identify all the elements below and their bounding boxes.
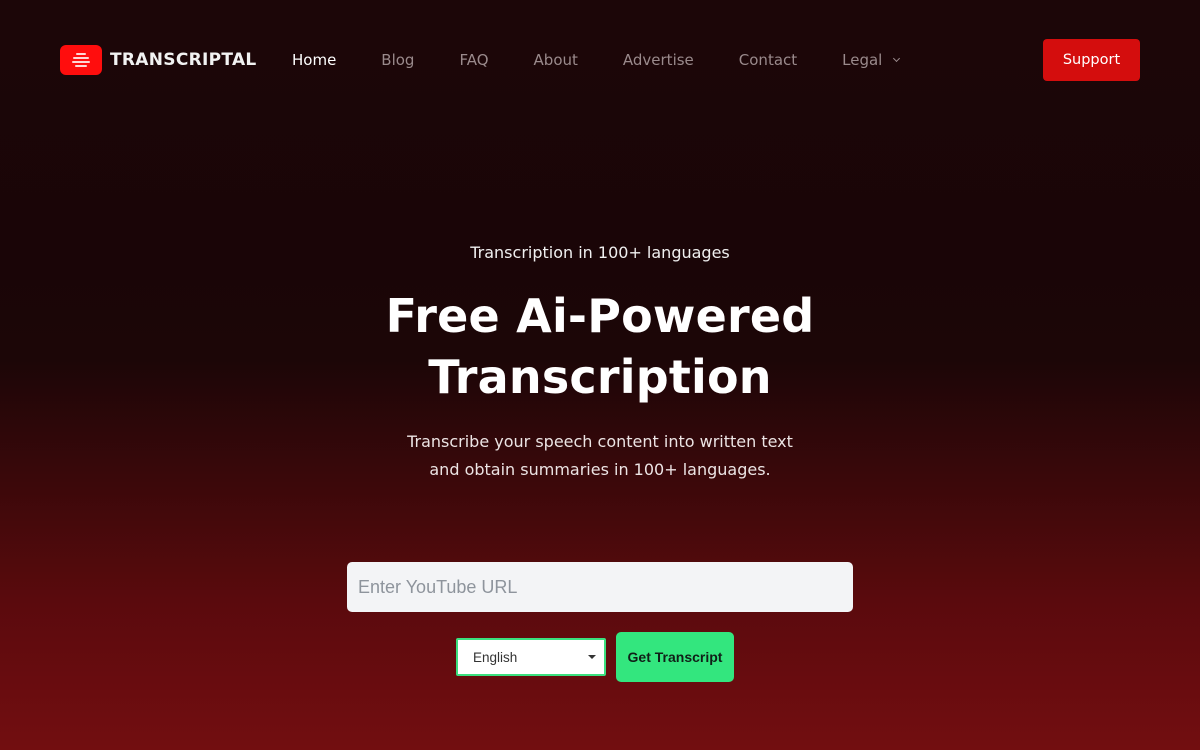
brand-name: TRANSCRIPTAL [110, 50, 257, 70]
nav-item-faq[interactable]: FAQ [459, 51, 488, 69]
nav-item-blog[interactable]: Blog [381, 51, 414, 69]
youtube-url-input[interactable] [347, 562, 853, 612]
hero-eyebrow: Transcription in 100+ languages [470, 243, 730, 262]
nav-item-about[interactable]: About [534, 51, 578, 69]
page-title: Free Ai-Powered Transcription [0, 286, 1200, 408]
hero-subtitle: Transcribe your speech content into writ… [407, 432, 793, 479]
logo-link[interactable]: TRANSCRIPTAL [60, 45, 257, 75]
nav-item-legal-label: Legal [842, 51, 883, 69]
nav-item-legal[interactable]: Legal [842, 51, 901, 69]
page-title-line1: Free Ai-Powered [385, 289, 815, 343]
page-title-line2: Transcription [428, 350, 772, 404]
language-select[interactable]: English [456, 638, 606, 676]
chevron-down-icon [893, 54, 901, 62]
get-transcript-button[interactable]: Get Transcript [616, 632, 734, 682]
nav-item-advertise[interactable]: Advertise [623, 51, 694, 69]
main-nav: Home Blog FAQ About Advertise Contact Le… [292, 48, 944, 72]
nav-item-home[interactable]: Home [292, 51, 336, 69]
site-header: TRANSCRIPTAL Home Blog FAQ About Adverti… [0, 0, 1200, 120]
caret-down-icon [588, 655, 596, 659]
language-select-value: English [473, 649, 518, 665]
stacked-lines-icon [60, 45, 102, 75]
support-button[interactable]: Support [1043, 39, 1140, 81]
nav-item-contact[interactable]: Contact [739, 51, 797, 69]
